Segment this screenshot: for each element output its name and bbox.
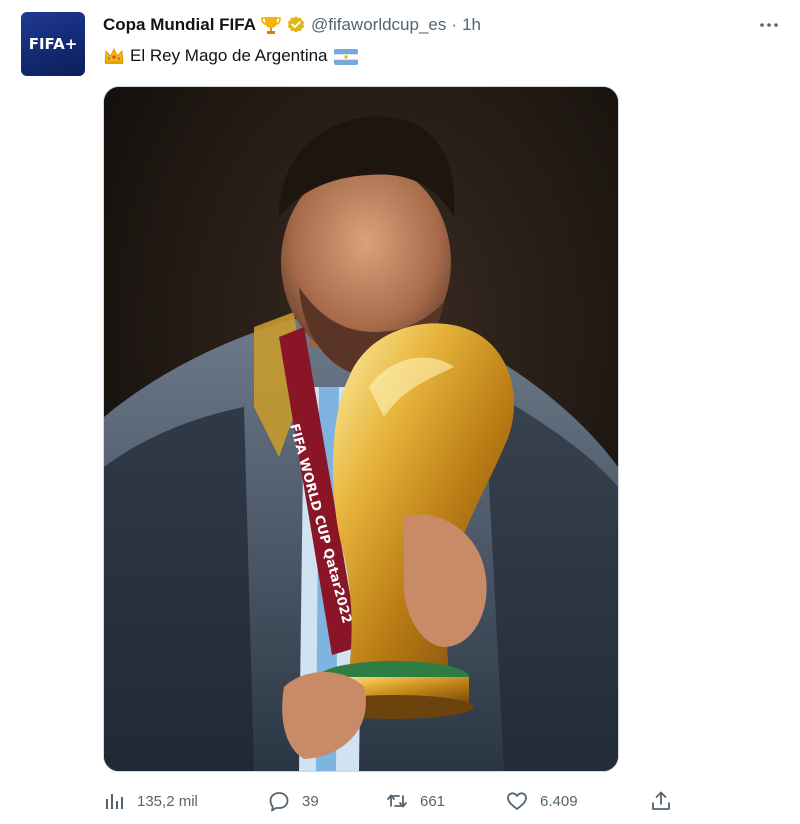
tweet[interactable]: FIFA+ Copa Mundial FIFA @fifaworldcup_es…: [0, 0, 800, 824]
tweet-actions: 135,2 mil 39 661 6.409: [103, 790, 683, 816]
retweet-action[interactable]: 661: [386, 790, 445, 812]
replies-count: 39: [302, 792, 319, 810]
timestamp[interactable]: 1h: [462, 14, 481, 36]
share-action[interactable]: [650, 790, 672, 812]
likes-count: 6.409: [540, 792, 578, 810]
tweet-text: El Rey Mago de Argentina: [103, 44, 358, 68]
trophy-emoji-icon: [260, 15, 282, 35]
share-icon: [652, 791, 670, 810]
avatar[interactable]: FIFA+: [21, 12, 85, 76]
tweet-body: El Rey Mago de Argentina: [130, 46, 328, 65]
tweet-media[interactable]: FIFA WORLD CUP Qatar2022: [103, 86, 619, 772]
display-name[interactable]: Copa Mundial FIFA: [103, 14, 256, 36]
reply-action[interactable]: 39: [268, 790, 319, 812]
crown-emoji-icon: [103, 46, 125, 66]
user-handle[interactable]: @fifaworldcup_es: [311, 14, 446, 36]
separator: ·: [451, 15, 458, 34]
views-action[interactable]: 135,2 mil: [103, 790, 198, 812]
trophy-photo: FIFA WORLD CUP Qatar2022: [104, 87, 618, 771]
tweet-header: Copa Mundial FIFA @fifaworldcup_es · 1h: [103, 14, 481, 36]
retweet-icon: [387, 794, 407, 808]
views-count: 135,2 mil: [137, 792, 198, 810]
reply-icon: [269, 792, 289, 812]
verified-badge-icon[interactable]: [286, 15, 306, 35]
more-options-icon[interactable]: [758, 14, 780, 36]
argentina-flag-icon: [333, 48, 358, 65]
fifa-logo: FIFA+: [28, 35, 78, 53]
like-action[interactable]: 6.409: [506, 790, 578, 812]
heart-icon: [507, 792, 527, 810]
retweets-count: 661: [420, 792, 446, 810]
analytics-icon: [106, 794, 123, 809]
